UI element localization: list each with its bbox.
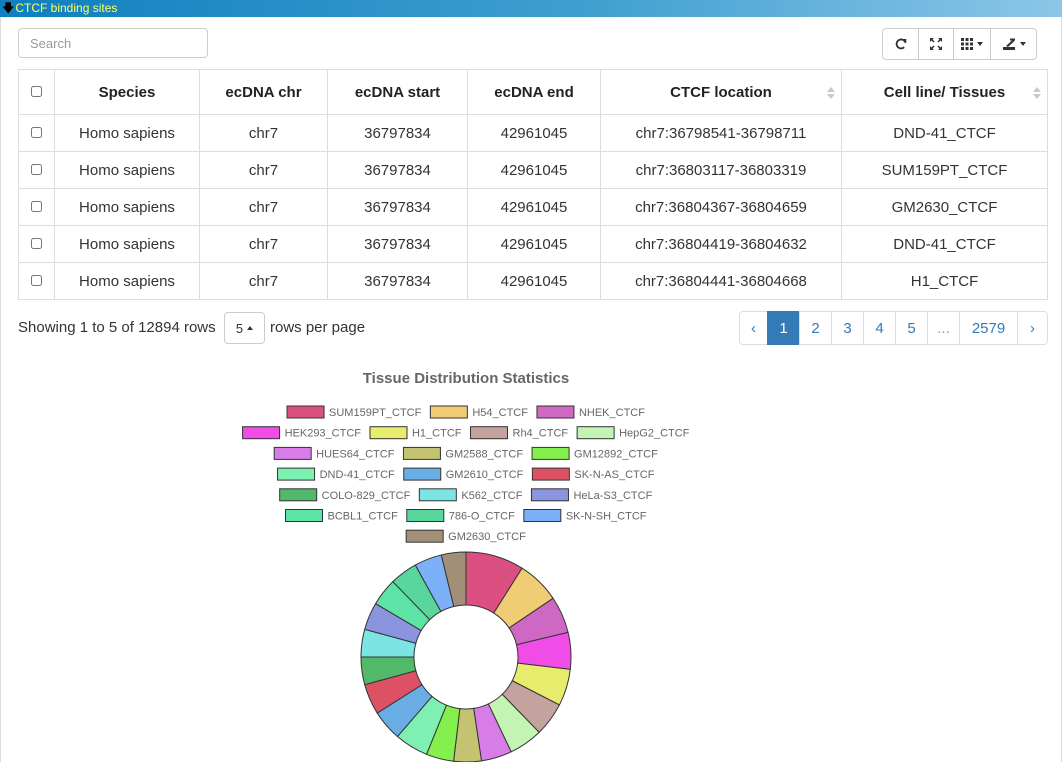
cell-cell-line: SUM159PT_CTCF — [841, 151, 1048, 189]
cell-species: Homo sapiens — [54, 151, 200, 189]
columns-dropdown-button[interactable] — [953, 28, 991, 60]
page-size-dropdown[interactable]: 5 — [224, 312, 265, 344]
cell-cell-line: DND-41_CTCF — [841, 225, 1048, 263]
rows-per-page-label: rows per page — [270, 319, 366, 336]
row-checkbox[interactable] — [31, 237, 42, 249]
select-all-cell — [18, 69, 55, 115]
row-checkbox-cell — [18, 151, 55, 189]
column-header-ecdna-start[interactable]: ecDNA start — [327, 69, 468, 115]
row-checkbox[interactable] — [31, 163, 42, 175]
table-toolbar — [882, 28, 1037, 60]
table-row: Homo sapiens chr7 36797834 42961045 chr7… — [18, 114, 1048, 152]
cell-ecdna-end: 42961045 — [467, 151, 601, 189]
cell-ecdna-end: 42961045 — [467, 188, 601, 226]
cell-ctcf-location: chr7:36804367-36804659 — [600, 188, 842, 226]
pagination-info: Showing 1 to 5 of 12894 rows — [18, 319, 216, 336]
pagination: ‹ 1 2 3 4 5 ... 2579 › — [739, 311, 1048, 345]
row-checkbox-cell — [18, 262, 55, 300]
export-dropdown-button[interactable] — [990, 28, 1037, 60]
page-size-value: 5 — [235, 320, 244, 336]
chart-title: Tissue Distribution Statistics — [362, 370, 570, 387]
column-header-ecdna-chr[interactable]: ecDNA chr — [199, 69, 328, 115]
columns-icon — [961, 38, 973, 50]
search-input[interactable] — [18, 28, 208, 58]
cell-ctcf-location: chr7:36804419-36804632 — [600, 225, 842, 263]
export-icon — [1002, 38, 1015, 50]
column-header-species[interactable]: Species — [54, 69, 200, 115]
page-next-button[interactable]: › — [1017, 311, 1048, 345]
column-header-cell-line[interactable]: Cell line/ Tissues — [841, 69, 1048, 115]
cell-species: Homo sapiens — [54, 188, 200, 226]
page-button[interactable]: 2579 — [959, 311, 1018, 345]
caret-up-icon — [247, 326, 254, 330]
fullscreen-button[interactable] — [918, 28, 954, 60]
cell-ctcf-location: chr7:36803117-36803319 — [600, 151, 842, 189]
table-row: Homo sapiens chr7 36797834 42961045 chr7… — [18, 151, 1048, 189]
cell-ecdna-start: 36797834 — [327, 225, 468, 263]
table-row: Homo sapiens chr7 36797834 42961045 chr7… — [18, 188, 1048, 226]
cell-cell-line: H1_CTCF — [841, 262, 1048, 300]
ctcf-table: Species ecDNA chr ecDNA start ecDNA end … — [18, 69, 1048, 300]
chevron-down-icon — [1019, 42, 1026, 46]
panel-header[interactable]: 🡇CTCF binding sites — [0, 0, 1062, 17]
cell-species: Homo sapiens — [54, 225, 200, 263]
page-button[interactable]: 2 — [799, 311, 832, 345]
cell-cell-line: DND-41_CTCF — [841, 114, 1048, 152]
row-checkbox-cell — [18, 225, 55, 263]
page-button[interactable]: 1 — [767, 311, 800, 345]
cell-ecdna-end: 42961045 — [467, 114, 601, 152]
cell-ctcf-location: chr7:36804441-36804668 — [600, 262, 842, 300]
table-header-row: Species ecDNA chr ecDNA start ecDNA end … — [18, 69, 1048, 115]
chevron-down-icon — [977, 42, 983, 46]
arrow-down-icon: 🡇 — [2, 1, 15, 15]
cell-cell-line: GM2630_CTCF — [841, 188, 1048, 226]
select-all-checkbox[interactable] — [31, 85, 42, 97]
cell-ecdna-chr: chr7 — [199, 225, 328, 263]
cell-ecdna-start: 36797834 — [327, 114, 468, 152]
table-row: Homo sapiens chr7 36797834 42961045 chr7… — [18, 262, 1048, 300]
row-checkbox-cell — [18, 188, 55, 226]
cell-ecdna-chr: chr7 — [199, 188, 328, 226]
cell-ecdna-chr: chr7 — [199, 114, 328, 152]
cell-ecdna-chr: chr7 — [199, 151, 328, 189]
cell-ecdna-chr: chr7 — [199, 262, 328, 300]
row-checkbox[interactable] — [31, 126, 42, 138]
page-ellipsis: ... — [927, 311, 960, 345]
cell-species: Homo sapiens — [54, 262, 200, 300]
page-button[interactable]: 3 — [831, 311, 864, 345]
cell-ecdna-start: 36797834 — [327, 151, 468, 189]
row-checkbox[interactable] — [31, 200, 42, 212]
fullscreen-icon — [930, 38, 942, 50]
refresh-icon — [895, 38, 906, 50]
cell-species: Homo sapiens — [54, 114, 200, 152]
cell-ecdna-start: 36797834 — [327, 188, 468, 226]
refresh-button[interactable] — [882, 28, 919, 60]
column-header-ctcf-location[interactable]: CTCF location — [600, 69, 842, 115]
cell-ecdna-start: 36797834 — [327, 262, 468, 300]
column-header-ecdna-end[interactable]: ecDNA end — [467, 69, 601, 115]
row-checkbox-cell — [18, 114, 55, 152]
cell-ecdna-end: 42961045 — [467, 262, 601, 300]
cell-ecdna-end: 42961045 — [467, 225, 601, 263]
page-prev-button[interactable]: ‹ — [739, 311, 768, 345]
cell-ctcf-location: chr7:36798541-36798711 — [600, 114, 842, 152]
page-button[interactable]: 5 — [895, 311, 928, 345]
panel-title: CTCF binding sites — [15, 1, 118, 15]
table-row: Homo sapiens chr7 36797834 42961045 chr7… — [18, 225, 1048, 263]
page-button[interactable]: 4 — [863, 311, 896, 345]
row-checkbox[interactable] — [31, 274, 42, 286]
